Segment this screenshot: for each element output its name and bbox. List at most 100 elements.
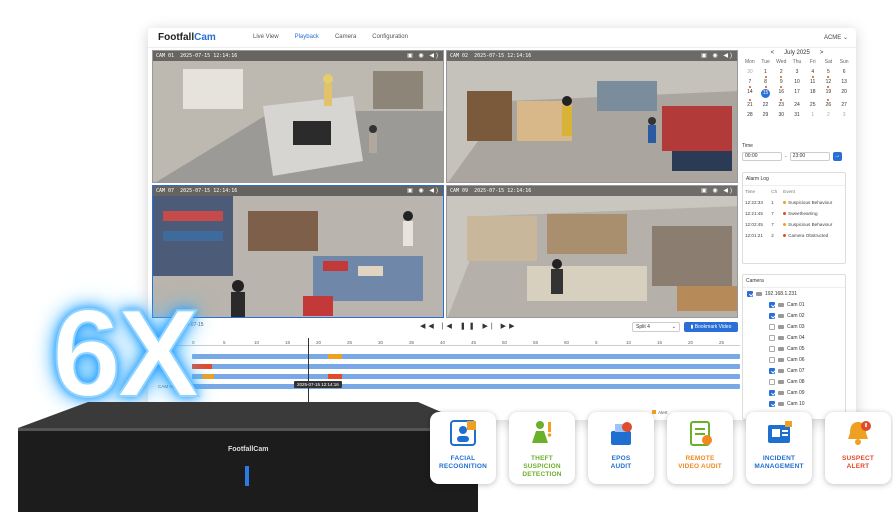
camera-list-item[interactable]: Cam 05 xyxy=(743,343,845,354)
account-menu[interactable]: ACME ⌄ xyxy=(824,34,848,41)
calendar-day[interactable]: 4 xyxy=(805,69,821,78)
calendar-day[interactable]: 18 xyxy=(805,89,821,98)
alert-segment[interactable] xyxy=(202,374,214,379)
calendar-day[interactable]: 15 xyxy=(758,89,774,98)
camera-list-item[interactable]: Cam 07 xyxy=(743,365,845,376)
calendar-day[interactable]: 12 xyxy=(821,79,837,88)
group-checkbox[interactable] xyxy=(747,290,753,297)
camera-checkbox[interactable] xyxy=(769,312,775,319)
calendar-day[interactable]: 2 xyxy=(821,112,837,118)
camera-checkbox[interactable] xyxy=(769,378,775,385)
calendar-day[interactable]: 29 xyxy=(758,112,774,118)
calendar-day[interactable]: 10 xyxy=(789,79,805,85)
calendar-day[interactable]: 27 xyxy=(836,102,852,108)
calendar-day[interactable]: 1 xyxy=(758,69,774,78)
calendar-day[interactable]: 14 xyxy=(742,89,758,101)
calendar-day[interactable]: 2 xyxy=(773,69,789,78)
camera-tile-2[interactable]: CAM 02 2025-07-15 12:14:16 ▣ ◉ ◀) xyxy=(446,50,738,183)
calendar-day[interactable]: 1 xyxy=(805,112,821,118)
camera-list-item[interactable]: Cam 08 xyxy=(743,376,845,387)
timeline-track-4[interactable] xyxy=(192,384,740,389)
calendar-day-number: 3 xyxy=(795,69,799,75)
calendar-day[interactable]: 26 xyxy=(821,102,837,108)
alert-segment[interactable] xyxy=(328,354,342,359)
timeline-track-1[interactable] xyxy=(192,354,740,359)
camera-checkbox[interactable] xyxy=(769,389,775,396)
calendar-day[interactable]: 7 xyxy=(742,79,758,88)
camera-tile-1[interactable]: CAM 01 2025-07-15 12:14:16 ▣ ◉ ◀) xyxy=(152,50,444,183)
timeline-playhead[interactable] xyxy=(308,338,309,404)
split-select[interactable]: Split 4 ⌄ xyxy=(632,322,680,332)
calendar-day[interactable]: 30 xyxy=(742,69,758,75)
nav-camera[interactable]: Camera xyxy=(335,34,356,40)
calendar-day[interactable]: 3 xyxy=(836,112,852,118)
bookmark-video-button[interactable]: ▮ Bookmark Video xyxy=(684,322,738,332)
nav-playback[interactable]: Playback xyxy=(295,34,319,40)
app-logo[interactable]: FootfallCam xyxy=(158,32,216,43)
calendar-day[interactable]: 5 xyxy=(821,69,837,78)
calendar-day[interactable]: 30 xyxy=(773,112,789,118)
camera-checkbox[interactable] xyxy=(769,301,775,308)
start-time-input[interactable]: 00:00 xyxy=(742,152,782,161)
calendar-day[interactable]: 8 xyxy=(758,79,774,88)
calendar-day[interactable]: 17 xyxy=(789,89,805,98)
calendar-day[interactable]: 16 xyxy=(773,89,789,101)
theft-detection-icon xyxy=(532,421,552,443)
calendar-day[interactable]: 20 xyxy=(836,89,852,98)
calendar-day[interactable]: 6 xyxy=(836,69,852,75)
timeline-track-3[interactable] xyxy=(192,374,740,379)
playback-buttons[interactable]: ◀◀ |◀ ❚❚ ▶| ▶▶ xyxy=(420,322,517,330)
feature-card-suspect-alert[interactable]: SUSPECT ALERT xyxy=(825,412,891,484)
feature-card-epos-audit[interactable]: EPOS AUDIT xyxy=(588,412,654,484)
camera-1-tools-icon[interactable]: ▣ ◉ ◀) xyxy=(407,52,440,59)
nav-configuration[interactable]: Configuration xyxy=(372,34,408,40)
camera-list-item[interactable]: Cam 06 xyxy=(743,354,845,365)
camera-checkbox[interactable] xyxy=(769,345,775,352)
nav-live-view[interactable]: Live View xyxy=(253,34,279,40)
calendar-day[interactable]: 21 xyxy=(742,102,758,108)
calendar-day[interactable]: 11 xyxy=(805,79,821,85)
alarm-log-row[interactable]: 12:02:45 7 Suspicious Behaviour xyxy=(743,219,845,230)
camera-checkbox[interactable] xyxy=(769,323,775,330)
calendar-day[interactable]: 28 xyxy=(742,112,758,118)
camera-list-item[interactable]: Cam 02 xyxy=(743,310,845,321)
camera-list-item[interactable]: Cam 04 xyxy=(743,332,845,343)
camera-list-item[interactable]: Cam 03 xyxy=(743,321,845,332)
feature-card-remote-video-audit[interactable]: REMOTE VIDEO AUDIT xyxy=(667,412,733,484)
camera-2-tools-icon[interactable]: ▣ ◉ ◀) xyxy=(701,52,734,59)
camera-checkbox[interactable] xyxy=(769,367,775,374)
apply-time-button[interactable]: → xyxy=(832,152,842,161)
alarm-log-row[interactable]: 12:01:21 2 Camera Obstructed xyxy=(743,230,845,241)
alarm-log-row[interactable]: 12:21:45 7 Sweethearting xyxy=(743,208,845,219)
calendar-day[interactable]: 22 xyxy=(758,102,774,108)
camera-checkbox[interactable] xyxy=(769,356,775,363)
calendar-day[interactable]: 31 xyxy=(789,112,805,118)
feature-card-incident-management[interactable]: INCIDENT MANAGEMENT xyxy=(746,412,812,484)
end-time-input[interactable]: 23:00 xyxy=(789,152,830,161)
calendar-day[interactable]: 25 xyxy=(805,102,821,108)
camera-tile-4[interactable]: CAM 09 2025-07-15 12:14:16 ▣ ◉ ◀) xyxy=(446,185,738,318)
calendar-day[interactable]: 23 xyxy=(773,102,789,108)
calendar-day[interactable]: 13 xyxy=(836,79,852,85)
camera-group[interactable]: 192.168.1.231 xyxy=(743,288,845,299)
alert-segment[interactable] xyxy=(328,374,342,379)
calendar-day[interactable]: 19 xyxy=(821,89,837,101)
camera-name: Cam 02 xyxy=(787,312,805,319)
camera-3-tools-icon[interactable]: ▣ ◉ ◀) xyxy=(407,187,440,194)
calendar-day-number: 26 xyxy=(825,102,832,108)
camera-list-item[interactable]: Cam 01 xyxy=(743,299,845,310)
camera-list-item[interactable]: Cam 10 xyxy=(743,398,845,409)
camera-checkbox[interactable] xyxy=(769,334,775,341)
next-month-button[interactable]: > xyxy=(820,50,824,56)
calendar-day[interactable]: 9 xyxy=(773,79,789,88)
camera-checkbox[interactable] xyxy=(769,400,775,407)
alarm-log-row[interactable]: 12:22:33 1 Suspicious Behaviour xyxy=(743,197,845,208)
feature-card-theft-detection[interactable]: THEFT SUSPICION DETECTION xyxy=(509,412,575,484)
feature-card-facial-recognition[interactable]: FACIAL RECOGNITION xyxy=(430,412,496,484)
camera-4-tools-icon[interactable]: ▣ ◉ ◀) xyxy=(701,187,734,194)
calendar-day[interactable]: 3 xyxy=(789,69,805,75)
prev-month-button[interactable]: < xyxy=(771,50,775,56)
timeline-track-2[interactable] xyxy=(192,364,740,369)
camera-list-item[interactable]: Cam 09 xyxy=(743,387,845,398)
calendar-day[interactable]: 24 xyxy=(789,102,805,108)
